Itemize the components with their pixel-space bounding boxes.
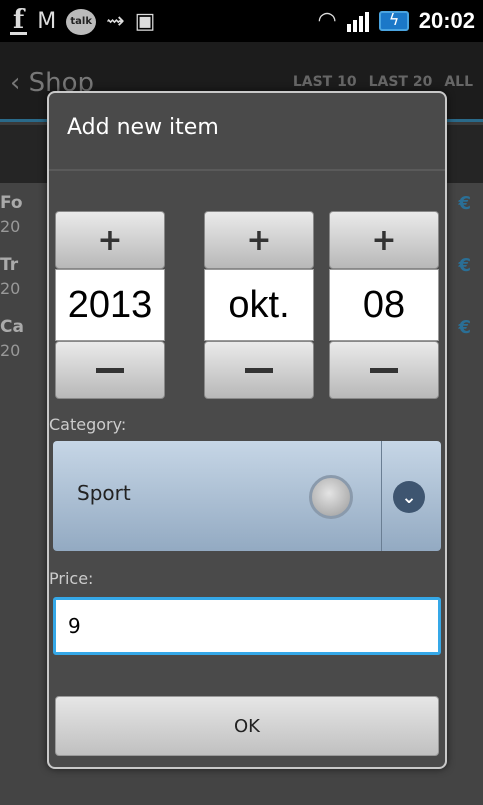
signal-icon [346,10,369,32]
talk-icon: talk [66,8,97,35]
wifi-icon: ◠ [317,8,337,33]
year-decrement-button[interactable] [55,341,165,399]
year-value[interactable]: 2013 [55,269,165,341]
ok-button[interactable]: OK [55,696,439,756]
month-increment-button[interactable]: + [204,211,314,269]
month-picker: + okt. [204,211,314,399]
tab-last-20: LAST 20 [368,74,433,90]
list-item-date: 20 [0,279,21,298]
month-decrement-button[interactable] [204,341,314,399]
category-radio[interactable] [309,475,353,519]
day-picker: + 08 [329,211,439,399]
list-item-title: Fo [0,193,23,213]
year-increment-button[interactable]: + [55,211,165,269]
dialog-divider [49,169,445,171]
app-tabs: LAST 10 LAST 20 ALL [293,74,473,90]
system-icons: ◠ 20:02 [318,8,475,34]
price-input[interactable]: 9 [53,597,441,655]
list-item-title: Tr [0,255,19,275]
day-increment-button[interactable]: + [329,211,439,269]
day-value[interactable]: 08 [329,269,439,341]
android-icon: ▣ [134,8,156,34]
battery-icon [378,10,409,31]
add-item-dialog: Add new item + 2013 + okt. + 08 Category… [47,91,447,769]
clock: 20:02 [418,8,475,33]
chevron-down-icon[interactable]: ⌄ [393,481,425,513]
category-spinner[interactable]: Sport ⌄ [53,441,441,551]
year-picker: + 2013 [55,211,165,399]
notification-icons: f M talk ⇝ ▣ [10,7,156,35]
dialog-title: Add new item [67,115,219,140]
facebook-icon: f [10,7,28,35]
category-value: Sport [77,481,131,505]
gmail-icon: M [37,8,57,34]
list-item-date: 20 [0,217,21,236]
tab-all: ALL [444,74,473,90]
category-label: Category: [49,415,127,434]
price-label: Price: [49,569,94,588]
list-item-price: € [458,255,471,276]
minus-icon [96,367,124,373]
list-item-date: 20 [0,341,21,360]
usb-icon: ⇝ [106,8,125,34]
minus-icon [245,367,273,373]
tab-last-10: LAST 10 [292,74,357,90]
status-bar: f M talk ⇝ ▣ ◠ 20:02 [0,0,483,42]
list-item-price: € [458,317,471,338]
spinner-divider [381,441,382,551]
list-item-price: € [458,193,471,214]
minus-icon [370,367,398,373]
month-value[interactable]: okt. [204,269,314,341]
day-decrement-button[interactable] [329,341,439,399]
list-item-title: Ca [0,317,24,337]
